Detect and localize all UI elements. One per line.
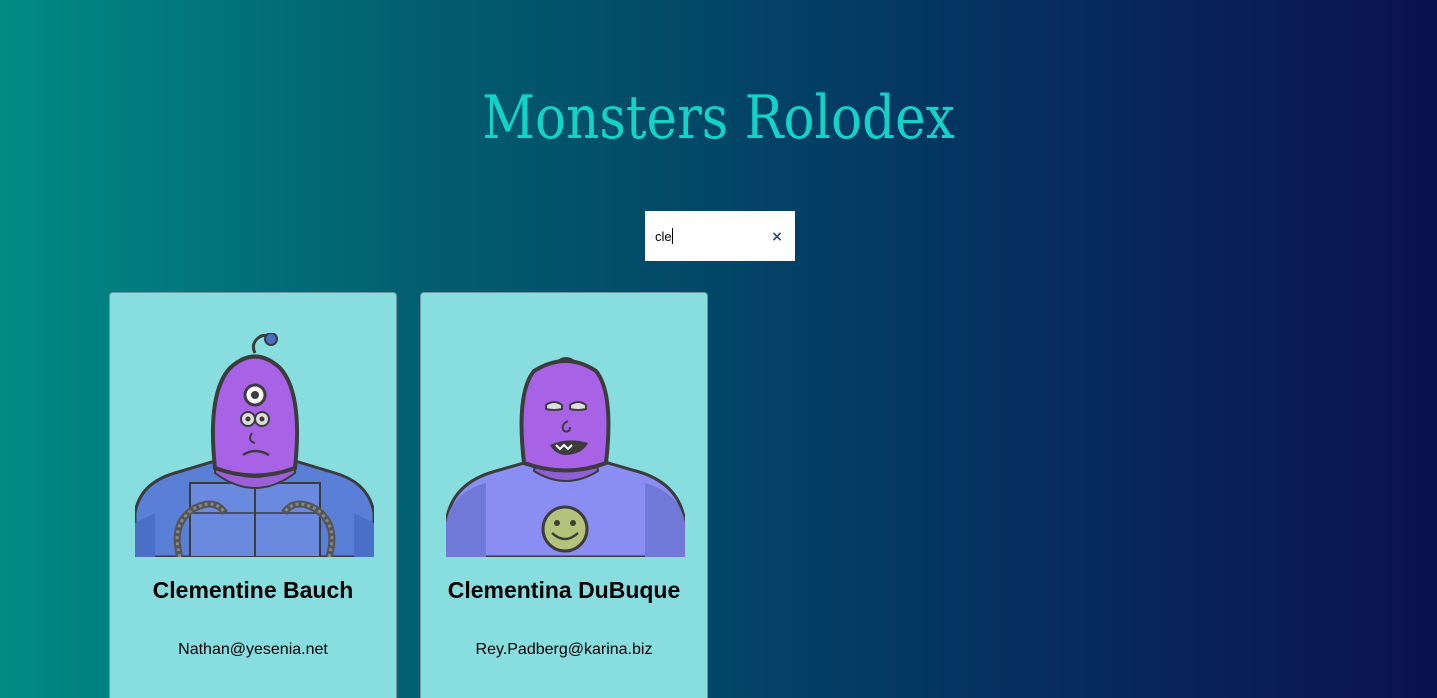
- app-title: Monsters Rolodex: [482, 83, 955, 153]
- monster-card[interactable]: Clementine Bauch Nathan@yesenia.net: [109, 292, 397, 698]
- monster-email: Rey.Padberg@karina.biz: [475, 641, 653, 658]
- monster-avatar: [446, 357, 685, 557]
- monster-name: Clementine Bauch: [152, 577, 354, 603]
- search-input[interactable]: [645, 211, 765, 261]
- monster-name: Clementina DuBuque: [447, 577, 681, 603]
- monster-avatar: [135, 333, 374, 557]
- monster-card[interactable]: Clementina DuBuque Rey.Padberg@karina.bi…: [420, 292, 708, 698]
- monster-email: Nathan@yesenia.net: [178, 641, 328, 658]
- clear-icon[interactable]: ×: [769, 228, 785, 246]
- text-caret: [672, 228, 673, 244]
